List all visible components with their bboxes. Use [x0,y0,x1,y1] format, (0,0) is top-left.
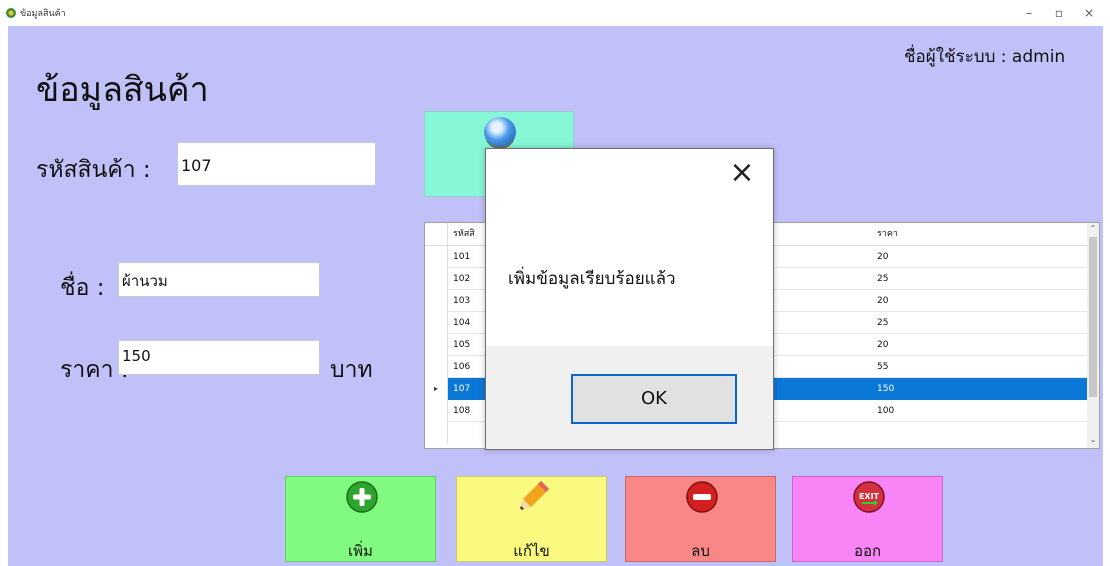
dialog-footer: OK [486,346,773,449]
row-selector[interactable] [425,356,448,378]
cell-price: 20 [877,252,889,262]
grid-corner [425,223,448,245]
cell-price: 150 [877,384,895,394]
row-selector-current[interactable]: ▸ [425,378,448,400]
dialog-close-button[interactable]: × [725,156,759,190]
grid-vertical-scrollbar[interactable]: ⌃ ⌄ [1087,223,1099,448]
edit-button[interactable]: แก้ไข [456,476,607,562]
cell-price: 20 [877,296,889,306]
edit-button-label: แก้ไข [513,542,550,560]
row-selector[interactable] [425,246,448,268]
exit-button[interactable]: EXIT ออก [792,476,943,562]
message-dialog: × เพิ่มข้อมูลเรียบร้อยแล้ว OK [485,148,774,450]
row-selector[interactable] [425,422,448,444]
cell-price: 100 [877,406,895,416]
product-code-input[interactable]: 107 [177,142,376,186]
minimize-button[interactable]: – [1014,3,1044,23]
column-header-price[interactable]: ราคา [877,223,898,245]
cell-price: 55 [877,362,889,372]
row-selector[interactable] [425,334,448,356]
column-header-code[interactable]: รหัสสิ [453,223,475,245]
page-title: ข้อมูลสินค้า [36,70,209,110]
scroll-down-icon[interactable]: ⌄ [1087,434,1099,446]
row-selector[interactable] [425,268,448,290]
cell-code: 107 [453,384,471,394]
cell-code: 104 [453,318,471,328]
cell-code: 108 [453,406,471,416]
ok-button[interactable]: OK [571,374,737,424]
scroll-up-icon[interactable]: ⌃ [1087,223,1099,235]
delete-button-label: ลบ [691,542,710,560]
delete-button[interactable]: ลบ [625,476,776,562]
add-button-label: เพิ่ม [348,542,373,560]
close-window-button[interactable]: × [1074,3,1104,23]
product-name-input[interactable]: ผ้านวม [118,262,320,297]
price-unit-label: บาท [330,357,373,383]
app-icon [6,8,16,18]
cell-price: 20 [877,340,889,350]
add-button[interactable]: เพิ่ม [285,476,436,562]
scroll-thumb[interactable] [1089,237,1097,397]
row-selector[interactable] [425,400,448,422]
row-selector[interactable] [425,312,448,334]
search-orb-icon [484,117,516,147]
plus-circle-icon [346,481,378,513]
cell-price: 25 [877,274,889,284]
pencil-icon [520,481,549,510]
title-bar: ข้อมูลสินค้า – ▫ × [0,0,1110,26]
maximize-button[interactable]: ▫ [1044,3,1074,23]
cell-code: 105 [453,340,471,350]
minus-circle-icon [686,481,718,513]
product-code-label: รหัสสินค้า : [36,157,151,183]
current-user-label: ชื่อผู้ใช้ระบบ : admin [904,47,1066,67]
cell-code: 106 [453,362,471,372]
product-name-label: ชื่อ : [60,275,105,301]
cell-code: 101 [453,252,471,262]
cell-code: 103 [453,296,471,306]
row-selector[interactable] [425,290,448,312]
svg-text:EXIT: EXIT [859,492,880,501]
cell-price: 25 [877,318,889,328]
exit-button-label: ออก [853,542,882,560]
cell-code: 102 [453,274,471,284]
price-input[interactable]: 150 [118,340,320,375]
dialog-message: เพิ่มข้อมูลเรียบร้อยแล้ว [508,269,676,289]
window-title: ข้อมูลสินค้า [20,9,66,19]
exit-icon: EXIT [853,481,885,513]
